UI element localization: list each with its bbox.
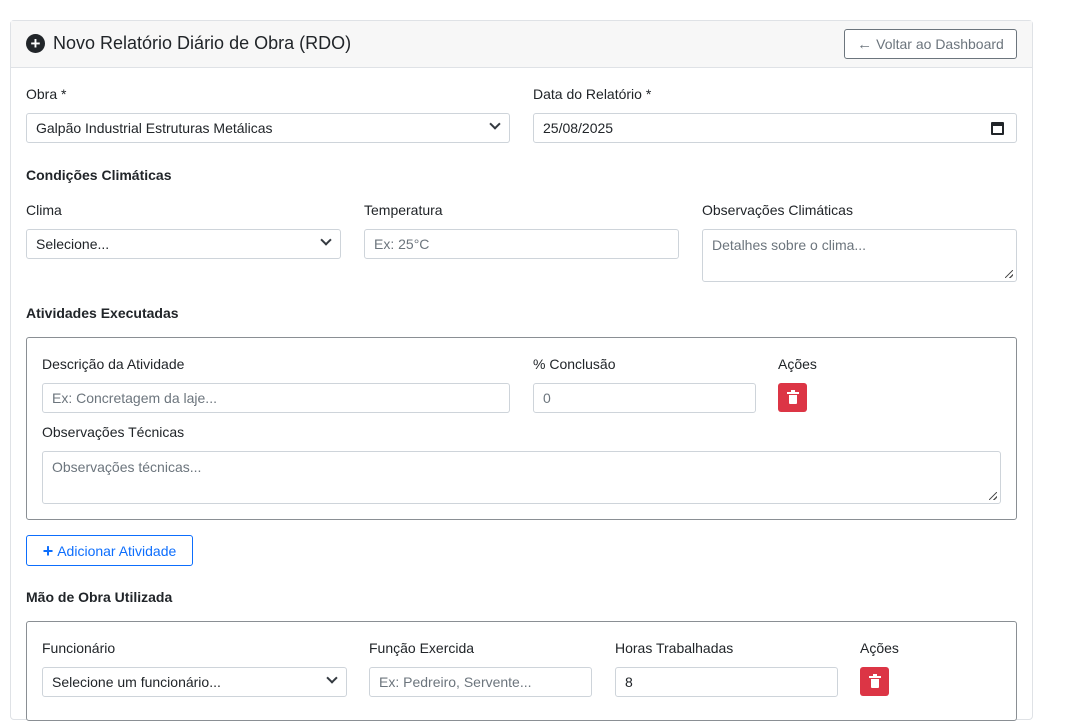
plus-icon: + — [42, 540, 54, 561]
horas-label: Horas Trabalhadas — [615, 640, 734, 656]
obra-label: Obra * — [26, 86, 67, 102]
obra-select[interactable]: Galpão Industrial Estruturas Metálicas — [26, 113, 510, 143]
resize-handle-icon[interactable] — [989, 492, 997, 500]
resize-handle-icon[interactable] — [1005, 270, 1013, 278]
funcionario-label: Funcionário — [42, 640, 116, 656]
clima-label: Clima — [26, 202, 62, 218]
funcionario-select[interactable]: Selecione um funcionário... — [42, 667, 347, 697]
chevron-down-icon — [489, 118, 501, 130]
add-atividade-label: Adicionar Atividade — [57, 542, 177, 559]
arrow-left-icon: ← — [857, 35, 873, 53]
back-to-dashboard-button[interactable]: ← Voltar ao Dashboard — [844, 29, 1017, 59]
temperatura-input[interactable]: Ex: 25°C — [364, 229, 679, 259]
delete-funcionario-button[interactable] — [860, 667, 889, 696]
acoes-label: Ações — [860, 640, 899, 656]
obs-climaticas-placeholder: Detalhes sobre o clima... — [712, 237, 867, 253]
trash-icon — [786, 389, 799, 404]
condicoes-climaticas-heading: Condições Climáticas — [26, 167, 172, 183]
conclusao-label: % Conclusão — [533, 356, 616, 372]
funcao-placeholder: Ex: Pedreiro, Servente... — [379, 674, 532, 690]
calendar-icon[interactable] — [991, 122, 1004, 135]
obra-select-value: Galpão Industrial Estruturas Metálicas — [36, 120, 273, 136]
clima-select-value: Selecione... — [36, 236, 110, 252]
temperatura-label: Temperatura — [364, 202, 443, 218]
obs-tecnicas-label: Observações Técnicas — [42, 424, 185, 440]
horas-input[interactable]: 8 — [615, 667, 838, 697]
card-header: + Novo Relatório Diário de Obra (RDO) ← … — [11, 21, 1032, 68]
obs-tecnicas-placeholder: Observações técnicas... — [52, 459, 202, 475]
clima-select[interactable]: Selecione... — [26, 229, 341, 259]
funcionario-select-value: Selecione um funcionário... — [52, 674, 221, 690]
atividades-heading: Atividades Executadas — [26, 305, 179, 321]
obs-climaticas-label: Observações Climáticas — [702, 202, 853, 218]
descricao-atividade-input[interactable]: Ex: Concretagem da laje... — [42, 383, 510, 413]
mao-de-obra-heading: Mão de Obra Utilizada — [26, 589, 173, 605]
back-button-label: Voltar ao Dashboard — [876, 36, 1004, 52]
add-atividade-button[interactable]: + Adicionar Atividade — [26, 535, 193, 566]
chevron-down-icon — [326, 672, 338, 684]
temperatura-placeholder: Ex: 25°C — [374, 236, 430, 252]
trash-icon — [868, 673, 881, 688]
delete-atividade-button[interactable] — [778, 383, 807, 412]
obs-tecnicas-textarea[interactable]: Observações técnicas... — [42, 451, 1001, 504]
conclusao-input[interactable]: 0 — [533, 383, 756, 413]
data-relatorio-label: Data do Relatório * — [533, 86, 652, 102]
data-relatorio-input[interactable]: 25/08/2025 — [533, 113, 1017, 143]
funcao-label: Função Exercida — [369, 640, 475, 656]
chevron-down-icon — [320, 234, 332, 246]
horas-value: 8 — [625, 674, 633, 690]
descricao-atividade-label: Descrição da Atividade — [42, 356, 185, 372]
data-relatorio-value: 25/08/2025 — [543, 120, 614, 136]
funcao-input[interactable]: Ex: Pedreiro, Servente... — [369, 667, 592, 697]
plus-circle-icon: + — [26, 34, 45, 53]
conclusao-value: 0 — [543, 390, 551, 406]
page-title-text: Novo Relatório Diário de Obra (RDO) — [53, 33, 352, 53]
acoes-label: Ações — [778, 356, 817, 372]
page-title: + Novo Relatório Diário de Obra (RDO) — [26, 33, 351, 54]
descricao-atividade-placeholder: Ex: Concretagem da laje... — [52, 390, 217, 406]
obs-climaticas-textarea[interactable]: Detalhes sobre o clima... — [702, 229, 1017, 282]
